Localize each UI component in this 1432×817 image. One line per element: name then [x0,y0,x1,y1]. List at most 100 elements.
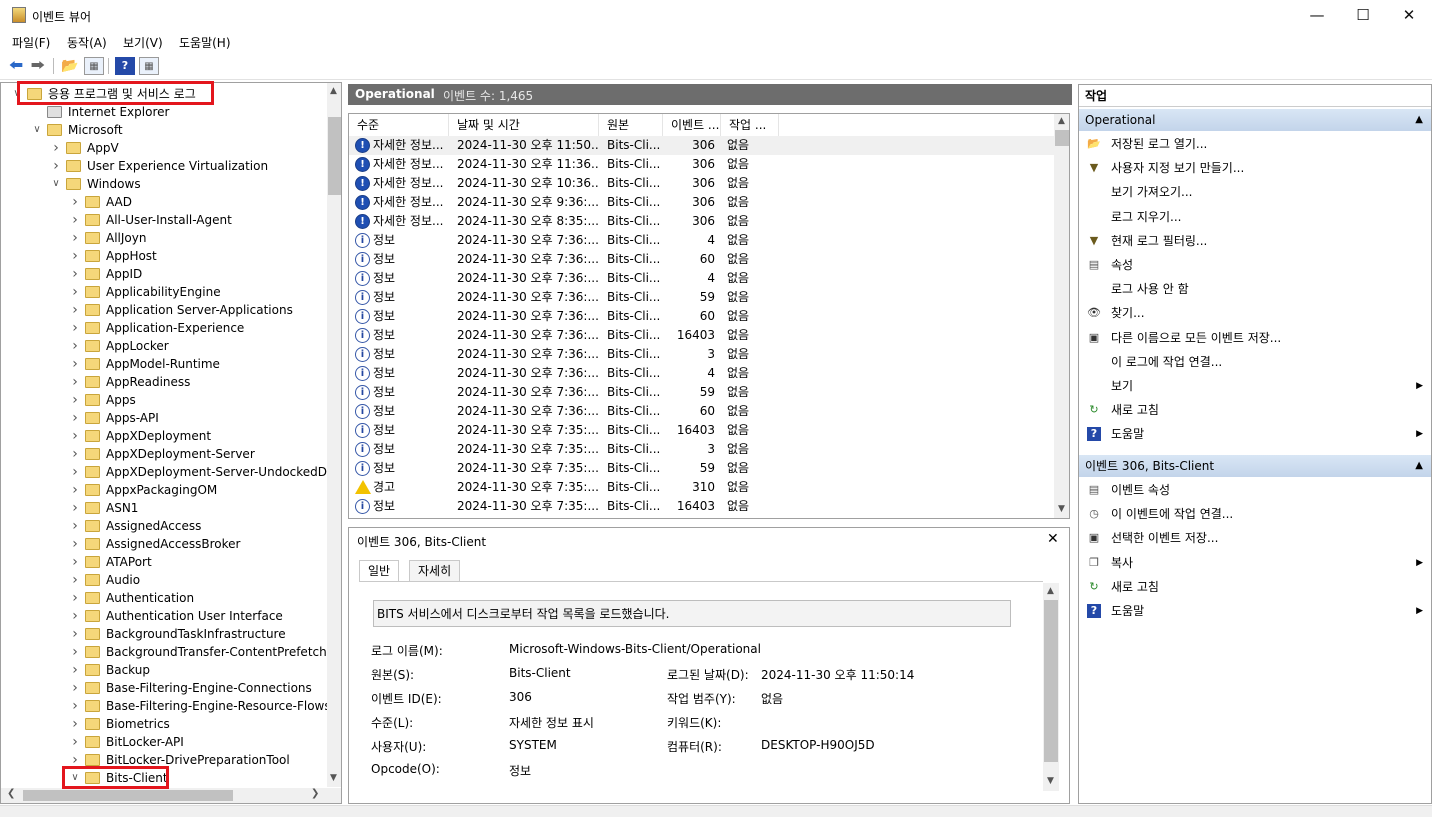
collapse-arrow-icon[interactable]: ▲ [1415,455,1423,477]
collapse-arrow-icon[interactable]: ▲ [1415,109,1423,131]
menu-view[interactable]: 보기(V) [123,34,163,51]
tab-general[interactable]: 일반 [359,560,400,582]
action-item[interactable]: ↻ 새로 고침 [1079,575,1431,599]
expand-right-arrow-icon[interactable]: › [69,463,81,481]
expand-right-arrow-icon[interactable]: › [69,445,81,463]
event-list-scrollbar[interactable] [1054,114,1069,518]
tree-hscroll-thumb[interactable] [23,790,233,801]
menu-file[interactable]: 파일(F) [12,34,50,51]
table-row[interactable]: i 정보 2024-11-30 오후 7:36:... Bits-Cli... 3 없음 [349,345,1054,364]
table-row[interactable]: i 정보 2024-11-30 오후 7:36:... Bits-Cli... 4 없음 [349,231,1054,250]
menu-help[interactable]: 도움말(H) [179,34,231,51]
expand-right-arrow-icon[interactable]: › [69,229,81,247]
expand-right-arrow-icon[interactable]: › [69,535,81,553]
scroll-left-arrow-icon[interactable]: ❮ [7,788,15,799]
help-icon[interactable]: ? [115,57,135,75]
event-list[interactable]: 수준 날짜 및 시간 원본 이벤트 ... 작업 ... ! 자세한 정보... 2… [348,113,1070,519]
expand-right-arrow-icon[interactable]: › [69,715,81,733]
expand-right-arrow-icon[interactable]: › [69,607,81,625]
expand-right-arrow-icon[interactable]: › [69,499,81,517]
scroll-up-arrow-icon[interactable]: ▲ [330,86,337,96]
action-item[interactable]: 보기 ▶ [1079,374,1431,398]
expand-right-arrow-icon[interactable]: › [50,139,62,157]
table-row[interactable]: i 정보 2024-11-30 오후 7:36:... Bits-Cli... 4 없음 [349,269,1054,288]
action-item[interactable]: ? 도움말 ▶ [1079,422,1431,446]
close-button[interactable]: ✕ [1386,0,1432,31]
table-row[interactable]: i 정보 2024-11-30 오후 7:36:... Bits-Cli... 60 없음 [349,402,1054,421]
action-item[interactable]: ▤ 이벤트 속성 [1079,478,1431,502]
expand-right-arrow-icon[interactable]: › [69,391,81,409]
expand-right-arrow-icon[interactable]: › [69,571,81,589]
column-header-date[interactable]: 날짜 및 시간 [449,114,599,136]
table-row[interactable]: i 정보 2024-11-30 오후 7:36:... Bits-Cli... 4 없음 [349,364,1054,383]
column-header-source[interactable]: 원본 [599,114,663,136]
action-item[interactable]: ▣ 다른 이름으로 모든 이벤트 저장... [1079,326,1431,350]
forward-icon[interactable]: 🠲 [28,57,48,75]
expand-right-arrow-icon[interactable]: › [69,283,81,301]
scroll-up-arrow-icon[interactable]: ▲ [1047,586,1054,596]
table-row[interactable]: ! 경고 2024-11-30 오후 7:35:... Bits-Cli... 310 없… [349,478,1054,497]
action-item[interactable]: 👁 찾기... [1079,301,1431,325]
scroll-up-arrow-icon[interactable]: ▲ [1058,116,1065,126]
navigation-tree[interactable]: ∨ 응용 프로그램 및 서비스 로그 Internet Explorer ∨ Micro… [0,82,342,804]
expand-right-arrow-icon[interactable]: › [69,661,81,679]
event-description[interactable]: BITS 서비스에서 디스크로부터 작업 목록을 로드했습니다. [373,600,1011,627]
expand-right-arrow-icon[interactable]: › [69,733,81,751]
action-item[interactable]: 이 로그에 작업 연결... [1079,350,1431,374]
table-row[interactable]: i 정보 2024-11-30 오후 7:35:... Bits-Cli... 1640… [349,421,1054,440]
expand-right-arrow-icon[interactable]: › [69,427,81,445]
tab-details[interactable]: 자세히 [409,560,461,582]
table-row[interactable]: i 정보 2024-11-30 오후 7:36:... Bits-Cli... 59 없음 [349,383,1054,402]
scroll-down-arrow-icon[interactable]: ▼ [1058,504,1065,514]
expand-right-arrow-icon[interactable]: › [69,373,81,391]
table-row[interactable]: ! 자세한 정보... 2024-11-30 오후 11:36... Bits-Cli… [349,155,1054,174]
scroll-right-arrow-icon[interactable]: ❯ [311,788,319,799]
action-item[interactable]: ▤ 속성 [1079,253,1431,277]
table-row[interactable]: ! 자세한 정보... 2024-11-30 오후 11:50... Bits-Cli… [349,136,1054,155]
expand-down-arrow-icon[interactable]: ∨ [50,175,62,193]
expand-right-arrow-icon[interactable]: › [69,355,81,373]
menu-action[interactable]: 동작(A) [67,34,107,51]
expand-right-arrow-icon[interactable]: › [69,481,81,499]
expand-right-arrow-icon[interactable]: › [69,625,81,643]
expand-right-arrow-icon[interactable]: › [69,301,81,319]
table-row[interactable]: ! 자세한 정보... 2024-11-30 오후 8:35:... Bits-Cli… [349,212,1054,231]
table-row[interactable]: i 정보 2024-11-30 오후 7:35:... Bits-Cli... 3 없음 [349,440,1054,459]
expand-right-arrow-icon[interactable]: › [69,589,81,607]
expand-right-arrow-icon[interactable]: › [50,157,62,175]
section-event[interactable]: 이벤트 306, Bits-Client ▲ [1079,455,1431,477]
expand-right-arrow-icon[interactable]: › [69,679,81,697]
close-detail-icon[interactable]: ✕ [1047,531,1059,547]
expand-right-arrow-icon[interactable]: › [69,697,81,715]
scroll-down-arrow-icon[interactable]: ▼ [1047,776,1054,786]
expand-right-arrow-icon[interactable]: › [69,319,81,337]
action-item[interactable]: ↻ 새로 고침 [1079,398,1431,422]
expand-right-arrow-icon[interactable]: › [69,211,81,229]
column-header-task[interactable]: 작업 ... [721,114,779,136]
expand-right-arrow-icon[interactable]: › [69,553,81,571]
event-list-scroll-thumb[interactable] [1055,130,1069,146]
expand-right-arrow-icon[interactable]: › [69,265,81,283]
detail-scroll-thumb[interactable] [1044,600,1058,762]
action-item[interactable]: ▼ 사용자 지정 보기 만들기... [1079,156,1431,180]
action-item[interactable]: 📂 저장된 로그 열기... [1079,132,1431,156]
action-item[interactable]: ▣ 선택한 이벤트 저장... [1079,526,1431,550]
expand-right-arrow-icon[interactable]: › [69,337,81,355]
table-row[interactable]: i 정보 2024-11-30 오후 7:36:... Bits-Cli... 60 없음 [349,307,1054,326]
table-row[interactable]: ! 자세한 정보... 2024-11-30 오후 10:36... Bits-Cli… [349,174,1054,193]
expand-right-arrow-icon[interactable]: › [69,193,81,211]
table-row[interactable]: i 정보 2024-11-30 오후 7:35:... Bits-Cli... 59 없음 [349,459,1054,478]
column-header-event-id[interactable]: 이벤트 ... [663,114,721,136]
table-row[interactable]: i 정보 2024-11-30 오후 7:36:... Bits-Cli... 59 없음 [349,288,1054,307]
action-item[interactable]: ❐ 복사 ▶ [1079,551,1431,575]
expand-right-arrow-icon[interactable]: › [69,517,81,535]
action-item[interactable]: ? 도움말 ▶ [1079,599,1431,623]
show-hide-action-pane-icon[interactable]: ▦ [139,57,159,75]
minimize-button[interactable]: — [1294,0,1340,31]
expand-right-arrow-icon[interactable]: › [69,247,81,265]
back-icon[interactable]: 🠰 [6,57,26,75]
table-row[interactable]: i 정보 2024-11-30 오후 7:35:... Bits-Cli... 1640… [349,497,1054,516]
action-item[interactable]: ◷ 이 이벤트에 작업 연결... [1079,502,1431,526]
action-item[interactable]: ▼ 현재 로그 필터링... [1079,229,1431,253]
scroll-down-arrow-icon[interactable]: ▼ [330,773,337,783]
